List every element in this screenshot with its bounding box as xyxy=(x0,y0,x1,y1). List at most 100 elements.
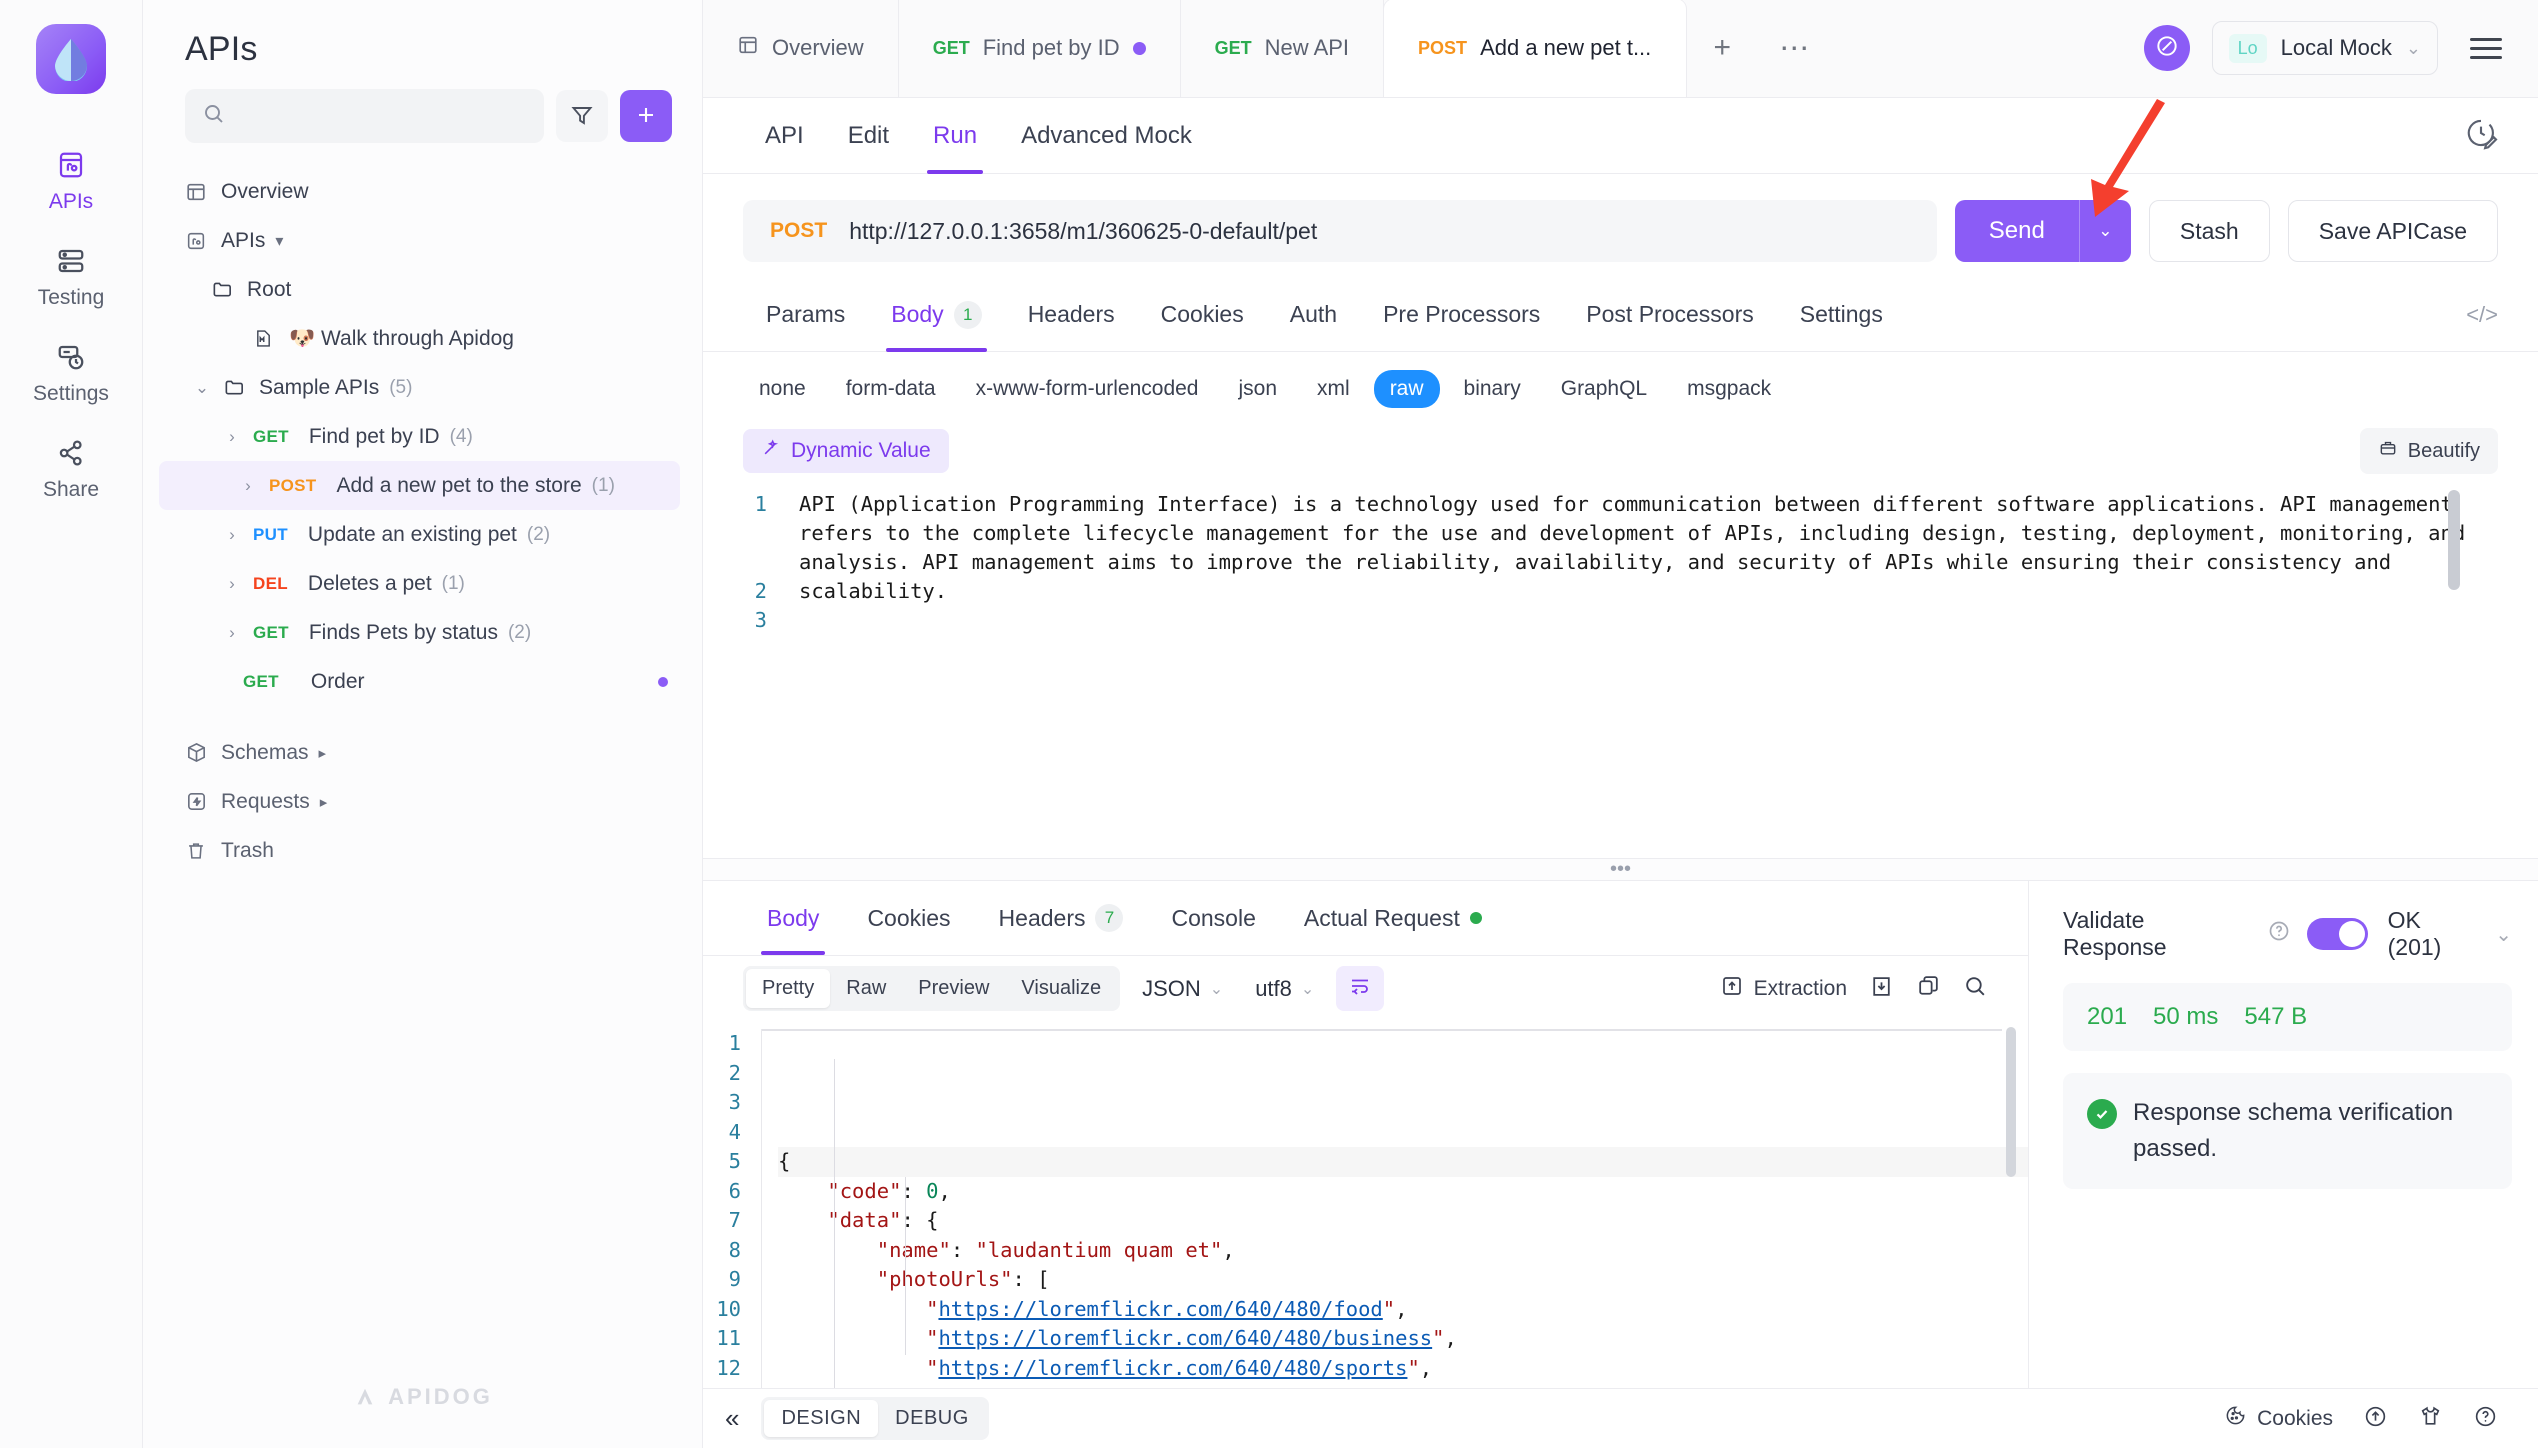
more-tabs-button[interactable]: ⋯ xyxy=(1758,0,1830,97)
chevron-right-icon[interactable]: › xyxy=(237,476,259,496)
response-tab-actual-request[interactable]: Actual Request xyxy=(1280,881,1506,955)
json-url-link[interactable]: https://loremflickr.com/640/480/transpor… xyxy=(938,1385,1444,1388)
subtab-run[interactable]: Run xyxy=(911,98,999,174)
encoding-selector[interactable]: utf8 ⌄ xyxy=(1245,976,1324,1002)
request-tab-settings[interactable]: Settings xyxy=(1777,278,1906,352)
json-url-link[interactable]: https://loremflickr.com/640/480/business xyxy=(938,1326,1432,1350)
panel-splitter[interactable]: ••• xyxy=(703,858,2538,880)
search-icon[interactable] xyxy=(1963,974,1988,1004)
body-type-graphql[interactable]: GraphQL xyxy=(1545,370,1663,408)
subtab-advanced-mock[interactable]: Advanced Mock xyxy=(999,98,1214,174)
response-tab-cookies[interactable]: Cookies xyxy=(843,881,974,955)
sync-button[interactable] xyxy=(2143,25,2190,71)
tree-item-root[interactable]: Root xyxy=(143,265,702,314)
chevron-down-icon[interactable]: ⌄ xyxy=(191,378,213,398)
body-type-binary[interactable]: binary xyxy=(1448,370,1537,408)
tree-item-order[interactable]: GET Order xyxy=(143,657,702,706)
request-tab-pre-processors[interactable]: Pre Processors xyxy=(1360,278,1563,352)
tree-item-apis[interactable]: APIs ▾ xyxy=(143,216,702,265)
dynamic-value-button[interactable]: Dynamic Value xyxy=(743,429,949,473)
chevron-right-icon[interactable]: › xyxy=(221,623,243,643)
upload-circle-icon[interactable] xyxy=(2363,1404,2388,1434)
chevron-right-icon[interactable]: › xyxy=(221,525,243,545)
view-mode-visualize[interactable]: Visualize xyxy=(1005,969,1117,1008)
code-brackets-icon[interactable]: </> xyxy=(2466,302,2498,328)
copy-icon[interactable] xyxy=(1916,974,1941,1004)
mode-design[interactable]: DESIGN xyxy=(764,1400,879,1437)
cookies-button[interactable]: Cookies xyxy=(2224,1404,2333,1433)
chevron-down-icon[interactable]: ⌄ xyxy=(2495,922,2512,947)
rail-item-share[interactable]: Share xyxy=(0,420,142,516)
environment-selector[interactable]: Lo Local Mock ⌄ xyxy=(2211,21,2438,75)
save-apicase-button[interactable]: Save APICase xyxy=(2287,200,2498,262)
tree-item-sample-apis[interactable]: ⌄ Sample APIs (5) xyxy=(143,363,702,412)
new-tab-button[interactable]: + xyxy=(1686,0,1758,97)
rail-item-apis[interactable]: APIs xyxy=(0,132,142,228)
format-selector[interactable]: JSON ⌄ xyxy=(1132,976,1233,1002)
chevron-right-icon[interactable]: › xyxy=(221,427,243,447)
body-type-none[interactable]: none xyxy=(743,370,822,408)
help-circle-icon[interactable] xyxy=(2473,1404,2498,1434)
chevron-down-icon[interactable]: ▾ xyxy=(275,231,283,251)
tree-item-overview[interactable]: Overview xyxy=(143,167,702,216)
tab-add-a-new-pet[interactable]: POST Add a new pet t... xyxy=(1384,0,1687,97)
stash-button[interactable]: Stash xyxy=(2148,200,2270,262)
main-menu-button[interactable] xyxy=(2460,28,2512,69)
json-url-link[interactable]: https://loremflickr.com/640/480/food xyxy=(938,1297,1382,1321)
mode-debug[interactable]: DEBUG xyxy=(878,1400,986,1437)
send-options-button[interactable]: ⌄ xyxy=(2078,200,2131,262)
tab-overview[interactable]: Overview xyxy=(703,0,899,97)
response-tab-console[interactable]: Console xyxy=(1147,881,1279,955)
request-tab-params[interactable]: Params xyxy=(743,278,868,352)
filter-button[interactable] xyxy=(556,90,608,142)
json-content[interactable]: { "code": 0, "data": { "name": "laudanti… xyxy=(761,1029,2028,1388)
shirt-icon[interactable] xyxy=(2418,1404,2443,1434)
tree-item-requests[interactable]: Requests ▸ xyxy=(143,777,702,826)
editor-content[interactable]: API (Application Programming Interface) … xyxy=(789,490,2498,858)
view-mode-raw[interactable]: Raw xyxy=(830,969,902,1008)
chevron-down-icon[interactable]: ⌄ xyxy=(2406,38,2421,59)
view-mode-pretty[interactable]: Pretty xyxy=(746,969,831,1008)
search-box[interactable] xyxy=(185,89,544,143)
wrap-lines-button[interactable] xyxy=(1336,966,1385,1011)
extraction-button[interactable]: Extraction xyxy=(1720,974,1847,1004)
tree-item-finds-pets-by-status[interactable]: › GET Finds Pets by status (2) xyxy=(143,608,702,657)
history-edit-icon[interactable] xyxy=(2464,116,2498,155)
editor-scrollbar[interactable] xyxy=(2448,490,2460,590)
send-button[interactable]: Send xyxy=(1954,200,2079,262)
body-type-x-www-form-urlencoded[interactable]: x-www-form-urlencoded xyxy=(960,370,1215,408)
url-input-box[interactable]: POST http://127.0.0.1:3658/m1/360625-0-d… xyxy=(743,200,1937,262)
validate-toggle[interactable] xyxy=(2306,918,2368,950)
add-api-button[interactable] xyxy=(620,90,672,142)
body-type-raw[interactable]: raw xyxy=(1373,370,1440,408)
tree-item-find-pet-by-id[interactable]: › GET Find pet by ID (4) xyxy=(143,412,702,461)
beautify-button[interactable]: Beautify xyxy=(2359,428,2498,474)
tree-item-deletes-a-pet[interactable]: › DEL Deletes a pet (1) xyxy=(143,559,702,608)
request-tab-headers[interactable]: Headers xyxy=(1005,278,1138,352)
chevron-right-icon[interactable]: › xyxy=(221,574,243,594)
search-input[interactable] xyxy=(236,105,527,127)
body-type-json[interactable]: json xyxy=(1222,370,1293,408)
response-tab-body[interactable]: Body xyxy=(743,881,843,955)
tab-new-api[interactable]: GET New API xyxy=(1181,0,1385,97)
tree-item-walk-through-apidog[interactable]: 🐶 Walk through Apidog xyxy=(143,314,702,363)
collapse-panel-button[interactable]: « xyxy=(703,1403,761,1434)
tree-item-update-an-existing-pet[interactable]: › PUT Update an existing pet (2) xyxy=(143,510,702,559)
json-url-link[interactable]: https://loremflickr.com/640/480/sports xyxy=(938,1356,1407,1380)
response-tab-headers[interactable]: Headers 7 xyxy=(975,881,1148,955)
body-type-xml[interactable]: xml xyxy=(1301,370,1366,408)
request-tab-cookies[interactable]: Cookies xyxy=(1138,278,1267,352)
rail-item-testing[interactable]: Testing xyxy=(0,228,142,324)
url-value[interactable]: http://127.0.0.1:3658/m1/360625-0-defaul… xyxy=(849,218,1317,245)
download-icon[interactable] xyxy=(1869,974,1894,1004)
request-tab-post-processors[interactable]: Post Processors xyxy=(1563,278,1776,352)
subtab-api[interactable]: API xyxy=(743,98,826,174)
response-json-viewer[interactable]: 1 2 3 4 5 6 7 8 9 10 11 12 { "code": 0, "data": { "… xyxy=(703,1023,2028,1388)
view-mode-preview[interactable]: Preview xyxy=(902,969,1005,1008)
raw-body-editor[interactable]: 1 2 3 API (Application Programming Inter… xyxy=(743,490,2498,858)
question-icon[interactable] xyxy=(2267,919,2291,949)
body-type-form-data[interactable]: form-data xyxy=(830,370,952,408)
chevron-right-icon[interactable]: ▸ xyxy=(319,744,327,762)
tree-item-add-a-new-pet-to-the-store[interactable]: › POST Add a new pet to the store (1) xyxy=(159,461,680,510)
body-type-msgpack[interactable]: msgpack xyxy=(1671,370,1787,408)
